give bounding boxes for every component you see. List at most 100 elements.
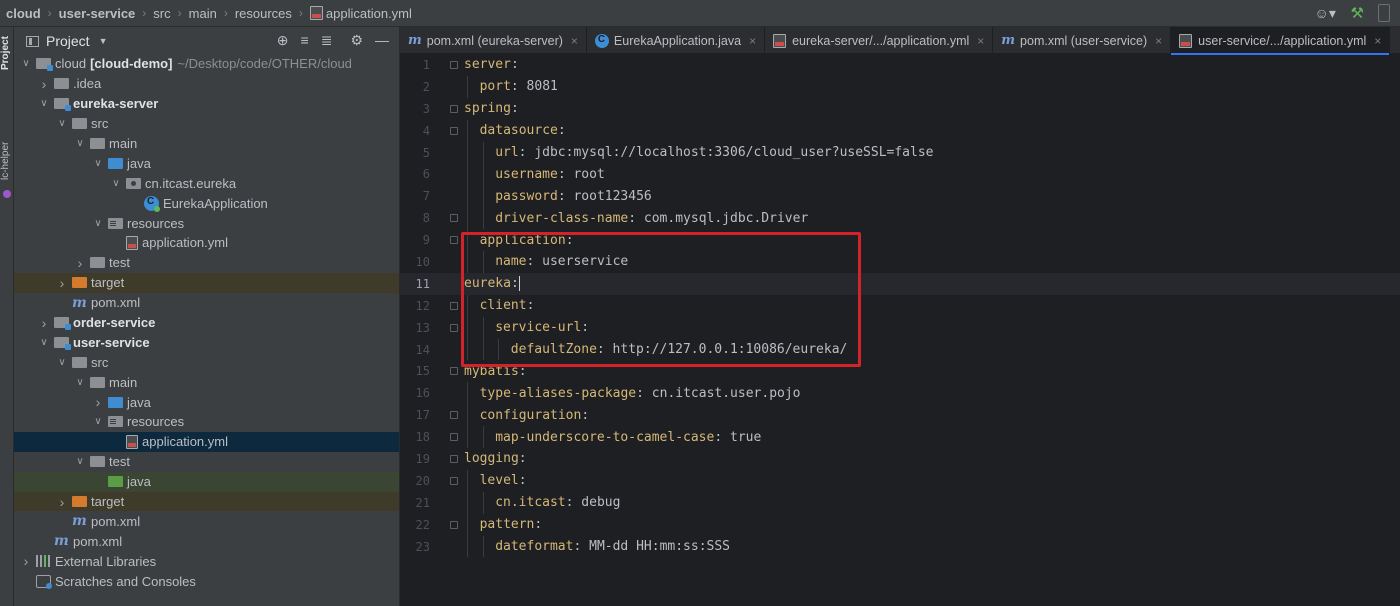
tree-item[interactable]: ›java	[14, 392, 399, 412]
tree-item[interactable]: › order-service	[14, 313, 399, 333]
editor-tab[interactable]: user-service/.../application.yml ×	[1171, 27, 1391, 55]
code-line[interactable]: 21 cn.itcast: debug	[400, 491, 1400, 514]
breadcrumb-item[interactable]: user-service	[59, 6, 136, 21]
chevron-down-icon[interactable]: ∨	[56, 118, 68, 129]
fold-marker-icon[interactable]	[450, 411, 458, 420]
fold-marker-icon[interactable]	[450, 520, 458, 529]
close-tab-icon[interactable]: ×	[1374, 34, 1381, 48]
chevron-right-icon[interactable]: ›	[38, 76, 50, 92]
tree-item[interactable]: ∨ user-service	[14, 332, 399, 352]
tree-item[interactable]: › .idea	[14, 74, 399, 94]
chevron-down-icon[interactable]: ∨	[56, 357, 68, 368]
fold-marker-icon[interactable]	[450, 236, 458, 245]
code-line[interactable]: 3 spring:	[400, 98, 1400, 120]
code-line[interactable]: 1 server:	[400, 54, 1400, 76]
code-line[interactable]: 16 type-aliases-package: cn.itcast.user.p…	[400, 382, 1400, 405]
fold-marker-icon[interactable]	[450, 433, 458, 442]
chevron-down-icon[interactable]: ∨	[92, 416, 104, 427]
tree-item[interactable]: ∨ main	[14, 134, 399, 154]
hide-panel-icon[interactable]: —	[375, 32, 389, 49]
tree-item[interactable]: ∨ main	[14, 372, 399, 392]
editor-tab[interactable]: EurekaApplication.java ×	[587, 27, 766, 54]
chevron-down-icon[interactable]: ∨	[74, 456, 86, 467]
fold-marker-icon[interactable]	[450, 126, 458, 135]
locate-file-icon[interactable]: ⊕	[277, 32, 289, 49]
code-editor[interactable]: 1 server: 2 port: 8081 3 spring: 4 datasource: 5…	[400, 54, 1400, 558]
editor-tab[interactable]: m pom.xml (eureka-server) ×	[400, 27, 587, 54]
code-line[interactable]: 17 configuration:	[400, 404, 1400, 427]
tree-item[interactable]: ›mpom.xml	[14, 511, 399, 531]
fold-marker-icon[interactable]	[450, 455, 458, 464]
close-tab-icon[interactable]: ×	[571, 34, 578, 48]
breadcrumb-item[interactable]: cloud	[6, 6, 41, 21]
tree-item[interactable]: ∨ eureka-server	[14, 94, 399, 114]
code-line[interactable]: 8 driver-class-name: com.mysql.jdbc.Drive…	[400, 207, 1400, 230]
chevron-right-icon[interactable]: ›	[38, 315, 50, 331]
code-line[interactable]: 13 service-url:	[400, 316, 1400, 339]
code-line[interactable]: 15 mybatis:	[400, 360, 1400, 382]
tree-item[interactable]: ∨ cloud [cloud-demo] ~/Desktop/code/OTHER/c…	[14, 54, 399, 74]
code-line[interactable]: 22 pattern:	[400, 513, 1400, 536]
project-panel-title[interactable]: Project	[46, 33, 90, 49]
tree-item[interactable]: › target	[14, 491, 399, 512]
tree-item[interactable]: ∨ cn.itcast.eureka	[14, 173, 399, 193]
tree-item[interactable]: ∨ test	[14, 452, 399, 472]
chevron-right-icon[interactable]: ›	[56, 275, 68, 291]
user-icon[interactable]: ☺▾	[1315, 4, 1337, 22]
fold-marker-icon[interactable]	[450, 104, 458, 113]
code-line[interactable]: 2 port: 8081	[400, 75, 1400, 98]
chevron-right-icon[interactable]: ›	[20, 553, 32, 569]
build-hammer-icon[interactable]: ⚒	[1351, 4, 1364, 22]
fold-marker-icon[interactable]	[450, 214, 458, 223]
chevron-down-icon[interactable]: ∨	[110, 178, 122, 189]
code-line[interactable]: 14 defaultZone: http://127.0.0.1:10086/eu…	[400, 338, 1400, 361]
settings-gear-icon[interactable]: ⚙	[350, 32, 363, 49]
tree-item[interactable]: ›java	[14, 471, 399, 492]
project-tool-tab[interactable]: Project	[0, 33, 14, 73]
chevron-right-icon[interactable]: ›	[56, 494, 68, 510]
tree-item[interactable]: ∨ src	[14, 114, 399, 134]
tree-item[interactable]: › test	[14, 253, 399, 273]
tree-item[interactable]: ›Scratches and Consoles	[14, 571, 399, 591]
code-line[interactable]: 6 username: root	[400, 163, 1400, 186]
lc-helper-tool-tab[interactable]: lc-helper	[0, 135, 14, 187]
tree-item[interactable]: ∨ resources	[14, 213, 399, 233]
fold-marker-icon[interactable]	[450, 367, 458, 376]
chevron-down-icon[interactable]: ∨	[92, 218, 104, 229]
chevron-down-icon[interactable]: ∨	[92, 158, 104, 169]
chevron-down-icon[interactable]: ∨	[38, 337, 50, 348]
chevron-down-icon[interactable]: ∨	[20, 58, 32, 69]
chevron-right-icon[interactable]: ›	[92, 394, 104, 410]
code-line[interactable]: 4 datasource:	[400, 119, 1400, 142]
chevron-down-icon[interactable]: ∨	[74, 138, 86, 149]
view-selector-chevron-icon[interactable]: ▼	[99, 36, 108, 46]
code-line[interactable]: 23 dateformat: MM-dd HH:mm:ss:SSS	[400, 535, 1400, 558]
code-line[interactable]: 12 client:	[400, 294, 1400, 317]
tree-item[interactable]: ∨ java	[14, 153, 399, 173]
tree-item[interactable]: ›application.yml	[14, 431, 399, 452]
chevron-right-icon[interactable]: ›	[74, 255, 86, 271]
tree-item[interactable]: › target	[14, 272, 399, 293]
code-line[interactable]: 5 url: jdbc:mysql://localhost:3306/cloud_…	[400, 141, 1400, 164]
breadcrumb-item[interactable]: resources	[235, 6, 292, 21]
tree-item[interactable]: › External Libraries	[14, 551, 399, 571]
chevron-down-icon[interactable]: ∨	[74, 377, 86, 388]
code-line[interactable]: 10 name: userservice	[400, 251, 1400, 273]
code-line[interactable]: 20 level:	[400, 469, 1400, 492]
code-line[interactable]: 7 password: root123456	[400, 185, 1400, 208]
run-config-icon[interactable]	[1378, 4, 1390, 22]
close-tab-icon[interactable]: ×	[1155, 34, 1162, 48]
close-tab-icon[interactable]: ×	[977, 34, 984, 48]
expand-all-icon[interactable]: ≡	[301, 32, 309, 49]
tree-item[interactable]: ›mpom.xml	[14, 531, 399, 551]
fold-marker-icon[interactable]	[450, 301, 458, 310]
breadcrumb-item[interactable]: src	[153, 6, 170, 21]
tree-item[interactable]: ›mpom.xml	[14, 293, 399, 313]
code-line[interactable]: 9 application:	[400, 229, 1400, 252]
code-line[interactable]: 18 map-underscore-to-camel-case: true	[400, 426, 1400, 449]
tree-item[interactable]: ›application.yml	[14, 233, 399, 253]
code-line[interactable]: 11 eureka:	[400, 272, 1400, 295]
collapse-all-icon[interactable]: ≣	[321, 32, 333, 49]
tree-item[interactable]: ∨ src	[14, 352, 399, 372]
code-line[interactable]: 19 logging:	[400, 448, 1400, 470]
